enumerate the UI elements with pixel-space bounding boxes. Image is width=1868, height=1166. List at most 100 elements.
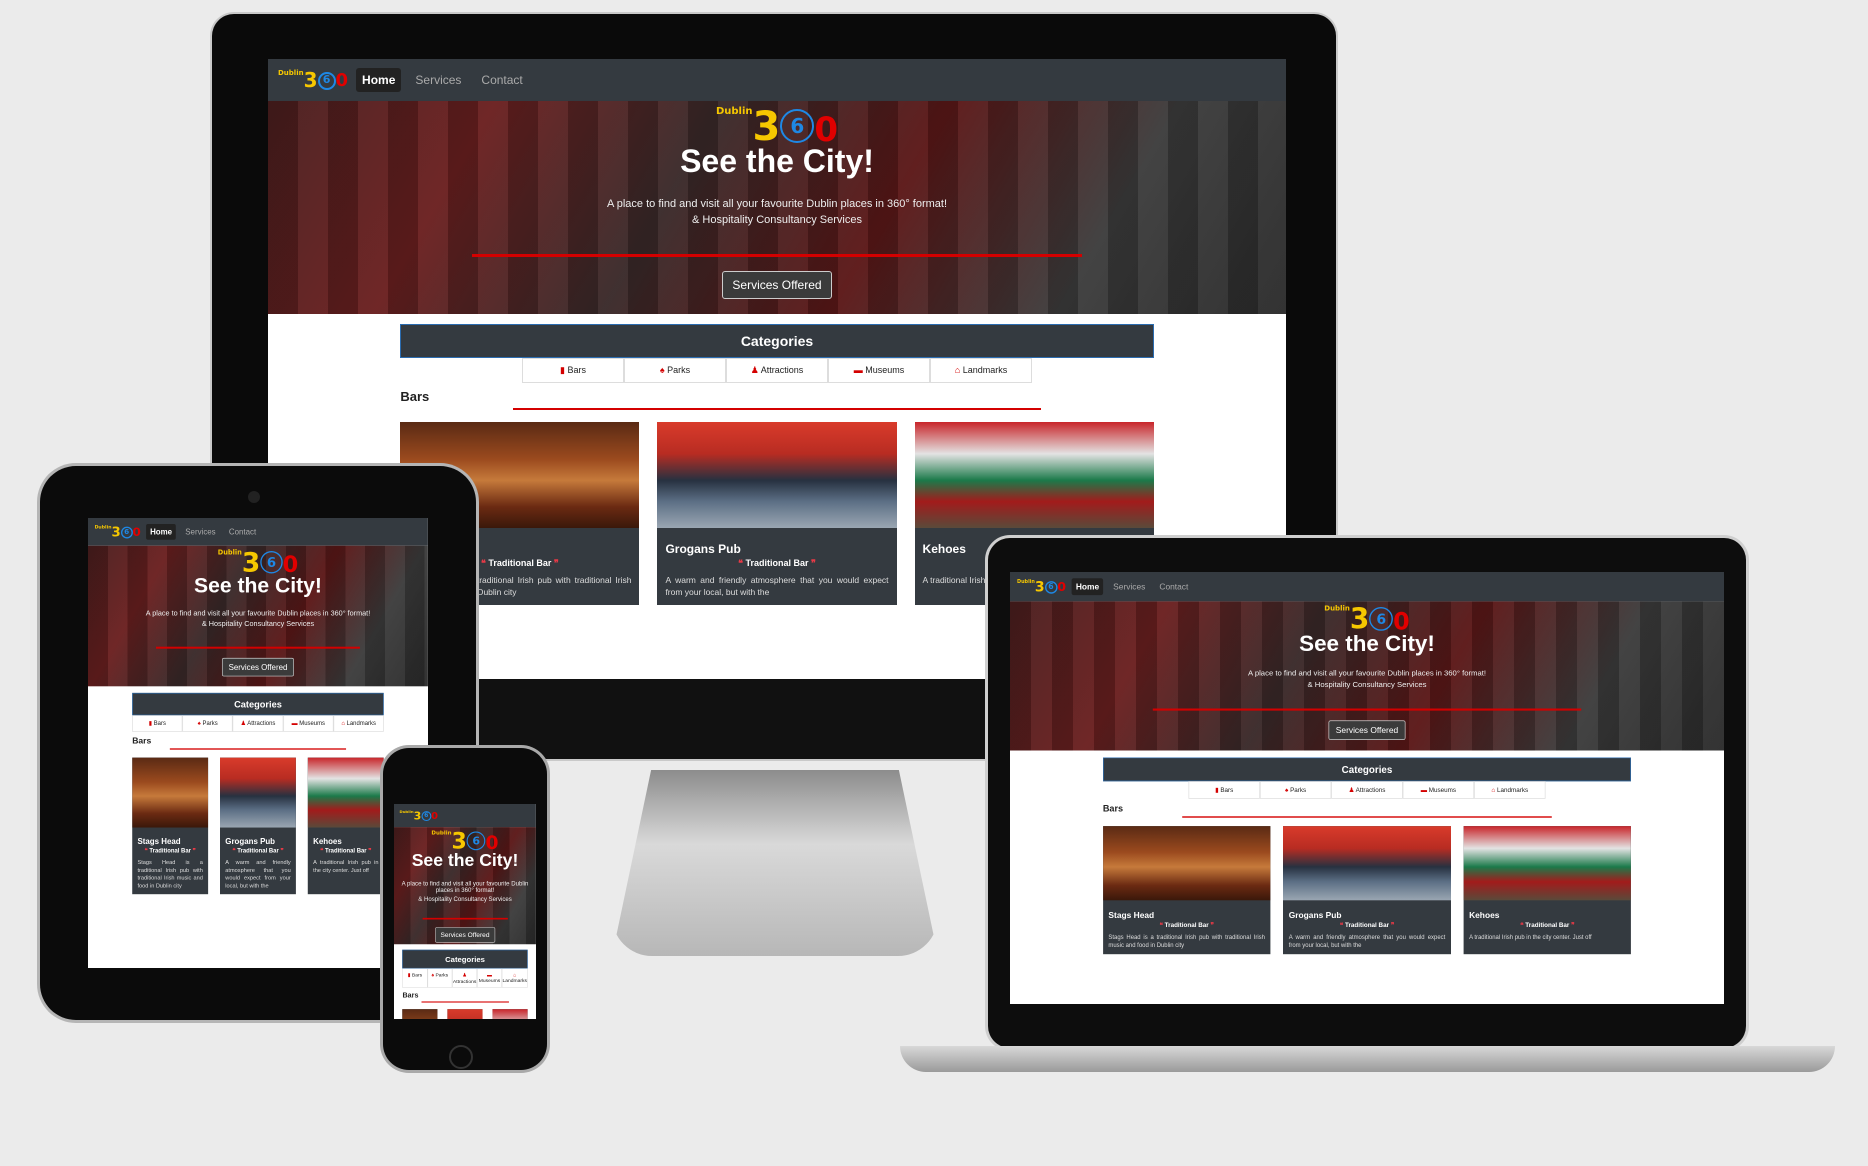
tab-parks[interactable]: ♠ Parks <box>427 968 453 988</box>
tab-landmarks[interactable]: ⌂ Landmarks <box>930 358 1032 383</box>
services-offered-button[interactable]: Services Offered <box>221 657 295 677</box>
nav-services[interactable]: Services <box>181 524 219 540</box>
tab-attractions[interactable]: ♟ Attractions <box>452 968 478 988</box>
nav-home[interactable]: Home <box>1071 578 1104 596</box>
services-offered-button[interactable]: Services Offered <box>722 271 832 299</box>
section-title: Bars <box>1102 803 1124 814</box>
card-grogans-pub[interactable]: Grogans Pub ❝ Traditional Bar ❞ A warm a… <box>1283 826 1451 955</box>
tab-landmarks[interactable]: ⌂ Landmarks <box>333 715 384 732</box>
services-offered-button[interactable]: Services Offered <box>434 927 496 943</box>
monument-icon: ⌂ <box>341 719 345 727</box>
ticket-icon: ▬ <box>853 365 863 375</box>
tab-landmarks-label: Landmarks <box>962 365 1008 375</box>
quote-icon: ❝ <box>1159 921 1163 929</box>
nav-contact[interactable]: Contact <box>225 524 260 540</box>
hero-title: See the City! <box>680 143 874 179</box>
nav-home[interactable]: Home <box>356 68 402 92</box>
logo-three: 3 <box>303 68 318 92</box>
tab-parks[interactable]: ♠ Parks <box>624 358 726 383</box>
hero-logo: Dublin 3 6 0 <box>268 107 1286 148</box>
tab-parks[interactable]: ♠ Parks <box>1259 781 1332 799</box>
services-offered-button[interactable]: Services Offered <box>1328 720 1406 740</box>
card-kehoes[interactable]: Kehoes ❝ Traditional Bar ❞ A traditional… <box>492 1009 528 1019</box>
tab-bars[interactable]: ▮ Bars <box>402 968 428 988</box>
tab-landmarks[interactable]: ⌂ Landmarks <box>501 968 528 988</box>
card-grogans-pub[interactable]: Grogans Pub ❝ Traditional Bar ❞ A warm a… <box>447 1009 483 1019</box>
tab-museums[interactable]: ▬ Museums <box>477 968 502 988</box>
logo[interactable]: Dublin 3 6 0 <box>278 70 348 90</box>
card-text: A warm and friendly atmosphere that you … <box>225 858 291 889</box>
nav-contact[interactable]: Contact <box>475 68 528 92</box>
tab-museums[interactable]: ▬ Museums <box>828 358 930 383</box>
quote-close-icon: ❞ <box>368 847 372 854</box>
card-stags-head[interactable]: Stags Head ❝ Traditional Bar ❞ Stags Hea… <box>1102 826 1271 955</box>
navbar: Dublin 3 6 0 Home Services Contact <box>1010 572 1724 602</box>
card-subtitle: ❝ Traditional Bar ❞ <box>1289 921 1446 929</box>
tab-bars[interactable]: ▮ Bars <box>1188 781 1260 799</box>
quote-close-icon: ❞ <box>553 558 559 568</box>
hero-logo: Dublin 3 6 0 <box>1010 605 1724 633</box>
logo[interactable]: Dublin 3 6 0 <box>1017 579 1066 594</box>
logo-dublin-text: Dublin <box>278 69 304 77</box>
tab-attractions[interactable]: ♟ Attractions <box>232 715 284 732</box>
card-kehoes[interactable]: Kehoes ❝ Traditional Bar ❞ A traditional… <box>307 757 384 894</box>
categories-header: Categories <box>1102 757 1632 782</box>
card-image-grogans-pub <box>220 757 296 828</box>
card-subtitle-text: Traditional Bar <box>1344 921 1390 929</box>
card-title: Stags Head <box>137 836 181 847</box>
card-subtitle-text: Traditional Bar <box>1164 921 1209 929</box>
card-subtitle: ❝ Traditional Bar ❞ <box>665 558 888 569</box>
phone-home-button[interactable] <box>449 1045 473 1069</box>
tab-parks[interactable]: ♠ Parks <box>182 715 233 732</box>
hero-logo: Dublin 3 6 0 <box>394 830 536 852</box>
card-text: A traditional Irish pub in the city cent… <box>313 858 379 874</box>
logo-six: 6 <box>1044 581 1058 594</box>
quote-close-icon: ❞ <box>1571 921 1575 929</box>
categories-header: Categories <box>402 949 528 969</box>
nav-services[interactable]: Services <box>409 68 467 92</box>
tab-museums[interactable]: ▬ Museums <box>1402 781 1475 799</box>
card-image-stags-head <box>132 757 209 828</box>
card-text: A traditional Irish pub in the city cent… <box>1469 933 1592 941</box>
quote-icon: ❝ <box>320 847 324 854</box>
tab-attractions-label: Attractions <box>760 365 804 375</box>
tab-landmarks[interactable]: ⌂ Landmarks <box>1474 781 1546 799</box>
nav-home[interactable]: Home <box>146 523 177 540</box>
card-list: Stags Head ❝ Traditional Bar ❞ Stags Hea… <box>402 1009 528 1019</box>
tab-museums-label: Museums <box>865 365 905 375</box>
tree-icon: ♠ <box>1284 786 1289 794</box>
nav-services[interactable]: Services <box>1109 578 1150 595</box>
tab-bars[interactable]: ▮ Bars <box>132 715 183 732</box>
beer-icon: ▮ <box>1215 786 1219 794</box>
card-subtitle-text: Traditional Bar <box>149 847 191 854</box>
logo-zero-arrows-icon: 0 <box>431 810 439 822</box>
card-text: Stags Head is a traditional Irish pub wi… <box>1108 933 1265 949</box>
card-grogans-pub[interactable]: Grogans Pub ❝ Traditional Bar ❞ A warm a… <box>220 757 296 894</box>
quote-close-icon: ❞ <box>811 558 816 568</box>
hero: Dublin 3 6 0 See the City! A place to fi… <box>394 827 536 945</box>
hero-logo-dublin: Dublin <box>217 549 242 557</box>
logo[interactable]: Dublin 3 6 0 <box>95 525 141 539</box>
section-red-divider <box>421 1001 509 1003</box>
quote-icon: ❝ <box>481 558 486 568</box>
card-text: A warm and friendly atmosphere that you … <box>665 575 889 597</box>
laptop-screen: Dublin 3 6 0 Home Services Contact Dubli… <box>1010 572 1724 1004</box>
section-red-divider <box>513 408 1041 410</box>
card-text: A warm and friendly atmosphere that you … <box>1288 933 1446 949</box>
card-grogans-pub[interactable]: Grogans Pub ❝ Traditional Bar ❞ A warm a… <box>657 422 897 605</box>
card-title: Grogans Pub <box>665 542 741 556</box>
ticket-icon: ▬ <box>291 719 298 727</box>
card-kehoes[interactable]: Kehoes ❝ Traditional Bar ❞ A traditional… <box>1463 826 1632 955</box>
card-image-kehoes <box>492 1009 528 1019</box>
tab-attractions[interactable]: ♟ Attractions <box>726 358 828 383</box>
tab-museums[interactable]: ▬ Museums <box>283 715 334 732</box>
card-stags-head[interactable]: Stags Head ❝ Traditional Bar ❞ Stags Hea… <box>402 1009 438 1019</box>
ticket-icon: ▬ <box>1420 786 1428 794</box>
card-stags-head[interactable]: Stags Head ❝ Traditional Bar ❞ Stags Hea… <box>132 757 209 894</box>
logo[interactable]: Dublin 3 6 0 <box>400 810 439 821</box>
site-laptop: Dublin 3 6 0 Home Services Contact Dubli… <box>1010 572 1724 955</box>
tab-bars[interactable]: ▮ Bars <box>522 358 624 383</box>
tab-attractions[interactable]: ♟ Attractions <box>1331 781 1403 799</box>
tab-landmarks-label: Landmarks <box>502 977 527 984</box>
nav-contact[interactable]: Contact <box>1155 578 1192 595</box>
